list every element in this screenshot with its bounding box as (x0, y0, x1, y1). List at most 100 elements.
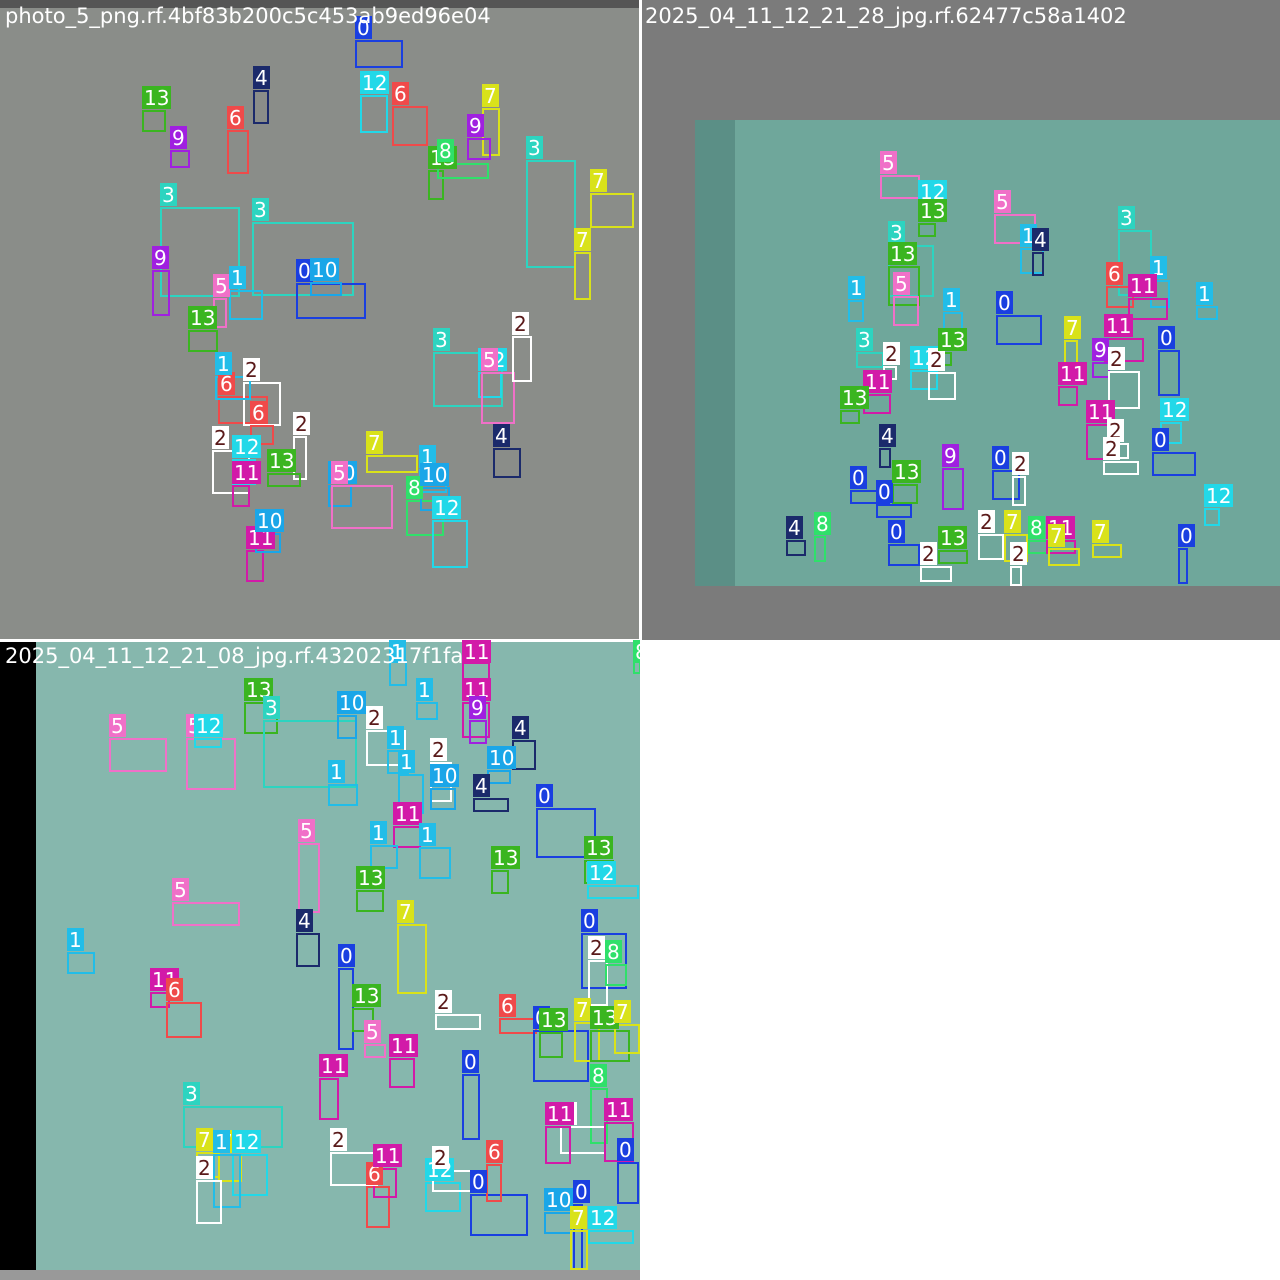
detection-box-class-12 (194, 738, 222, 748)
detection-box-class-2 (1010, 566, 1022, 586)
detection-label-class-11: 11 (232, 461, 262, 485)
detection-box-class-2 (512, 336, 532, 382)
black-border (0, 640, 36, 1280)
detection-label-class-1: 1 (213, 1130, 230, 1154)
detection-box-class-6 (392, 106, 428, 146)
detection-label-class-2: 2 (366, 706, 383, 730)
detection-box-class-5 (893, 296, 919, 326)
detection-box-class-5 (109, 738, 167, 772)
detection-box-class-2 (920, 566, 952, 582)
detection-box-class-5 (364, 1044, 386, 1058)
detection-label-class-1: 1 (848, 276, 865, 300)
detection-label-class-2: 2 (435, 990, 452, 1014)
detection-label-class-13: 13 (892, 460, 922, 484)
detection-box-class-1 (416, 702, 438, 720)
detection-box-class-0 (1158, 350, 1180, 396)
detection-label-class-11: 11 (389, 1034, 419, 1058)
detection-label-class-12: 12 (588, 1206, 618, 1230)
detection-label-class-5: 5 (172, 878, 189, 902)
detection-box-class-2 (1103, 461, 1139, 475)
detection-label-class-13: 13 (938, 328, 968, 352)
detection-label-class-10: 10 (337, 691, 367, 715)
detection-label-class-1: 1 (419, 823, 436, 847)
detection-label-class-7: 7 (574, 998, 591, 1022)
detection-label-class-9: 9 (1092, 338, 1109, 362)
detection-label-class-0: 0 (1152, 428, 1169, 452)
detection-label-class-2: 2 (1012, 452, 1029, 476)
detection-label-class-7: 7 (397, 900, 414, 924)
detection-box-class-0 (1178, 548, 1188, 584)
detection-box-class-5 (172, 902, 240, 926)
detection-label-class-7: 7 (590, 169, 607, 193)
detection-box-class-12 (360, 95, 388, 133)
detection-label-class-12: 12 (587, 861, 617, 885)
detection-label-class-6: 6 (486, 1140, 503, 1164)
detection-box-class-9 (942, 468, 964, 510)
detection-label-class-9: 9 (152, 246, 169, 270)
detection-box-class-11 (232, 485, 250, 507)
detection-box-class-10 (337, 715, 357, 739)
detection-label-class-3: 3 (856, 328, 873, 352)
detection-label-class-13: 13 (539, 1008, 569, 1032)
detection-box-class-13 (539, 1032, 563, 1058)
detection-label-class-1: 1 (398, 750, 415, 774)
detection-box-class-5 (481, 372, 515, 424)
detection-label-class-1: 1 (416, 678, 433, 702)
detection-box-class-13 (840, 410, 860, 424)
detection-label-class-4: 4 (786, 516, 803, 540)
detection-label-class-5: 5 (298, 819, 315, 843)
detection-label-class-11: 11 (393, 802, 423, 826)
detection-box-class-1 (229, 290, 263, 320)
detection-box-class-6 (499, 1018, 537, 1034)
detection-label-class-0: 0 (581, 909, 598, 933)
detection-box-class-8 (814, 536, 826, 562)
detection-label-class-4: 4 (473, 774, 490, 798)
tile-empty (640, 640, 1280, 1280)
tile-2025-04-11-12-21-28: 2025_04_11_12_21_28_jpg.rf.62477c58a1402… (640, 0, 1280, 640)
detection-label-class-13: 13 (491, 846, 521, 870)
detection-label-class-6: 6 (499, 994, 516, 1018)
detection-label-class-1: 1 (229, 266, 246, 290)
detection-label-class-7: 7 (614, 1000, 631, 1024)
detection-label-class-10: 10 (310, 258, 340, 282)
detection-label-class-8: 8 (1028, 516, 1045, 540)
detection-label-class-0: 0 (876, 480, 893, 504)
detection-label-class-11: 11 (373, 1144, 403, 1168)
detection-label-class-2: 2 (243, 358, 260, 382)
detection-label-class-7: 7 (1048, 524, 1065, 548)
detection-label-class-13: 13 (356, 866, 386, 890)
detection-box-class-7 (574, 252, 591, 300)
detection-label-class-9: 9 (467, 114, 484, 138)
separator-horizontal (0, 639, 640, 642)
tile-2025-04-11-12-21-08: 2025_04_11_12_21_08_jpg.rf.43202317f1fa … (0, 640, 640, 1280)
detection-label-class-0: 0 (617, 1138, 634, 1162)
detection-box-class-13 (918, 223, 936, 237)
detection-box-class-0 (1152, 452, 1196, 476)
detection-label-class-2: 2 (432, 1146, 449, 1170)
detection-label-class-6: 6 (250, 401, 267, 425)
detection-label-class-6: 6 (1106, 262, 1123, 286)
detection-label-class-2: 2 (212, 426, 229, 450)
detection-label-class-7: 7 (1064, 316, 1081, 340)
detection-label-class-5: 5 (331, 461, 348, 485)
detection-box-class-7 (366, 455, 418, 473)
detection-label-class-0: 0 (573, 1180, 590, 1204)
detection-label-class-3: 3 (1118, 206, 1135, 230)
detection-box-class-2 (928, 372, 956, 400)
detection-box-class-7 (1048, 548, 1080, 566)
detection-label-class-5: 5 (481, 348, 498, 372)
detection-label-class-3: 3 (433, 328, 450, 352)
detection-label-class-8: 8 (633, 640, 640, 663)
detection-box-class-13 (491, 870, 509, 894)
detection-label-class-3: 3 (160, 183, 177, 207)
detection-label-class-11: 11 (462, 640, 492, 664)
detection-label-class-8: 8 (590, 1064, 607, 1088)
detection-label-class-7: 7 (1092, 520, 1109, 544)
detection-label-class-1: 1 (67, 928, 84, 952)
detection-box-class-1 (67, 952, 95, 974)
detection-label-class-12: 12 (1204, 484, 1234, 508)
detection-label-class-2: 2 (196, 1156, 213, 1180)
detection-label-class-2: 2 (978, 510, 995, 534)
detection-box-class-4 (786, 540, 806, 556)
detection-box-class-1 (848, 300, 864, 322)
